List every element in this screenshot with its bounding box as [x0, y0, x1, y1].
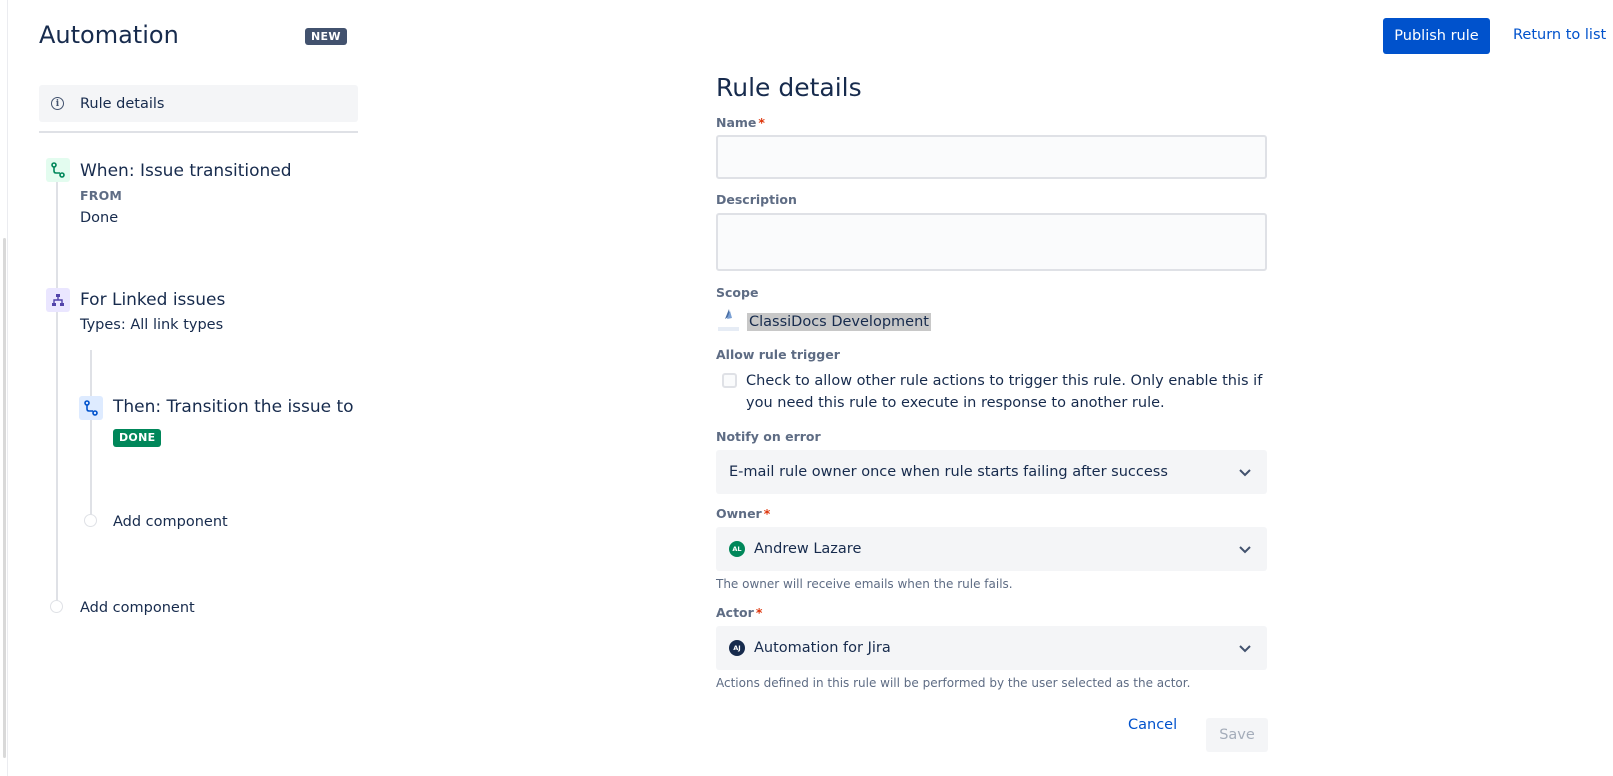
owner-helper: The owner will receive emails when the r…	[716, 577, 1013, 591]
sidebar-item-rule-details[interactable]: i Rule details	[39, 85, 358, 122]
save-button[interactable]: Save	[1206, 718, 1268, 752]
description-field[interactable]	[716, 213, 1267, 271]
branch-component[interactable]	[46, 288, 70, 312]
transition-icon	[84, 400, 98, 416]
allow-trigger-text: Check to allow other rule actions to tri…	[746, 373, 1263, 411]
flow-line-main	[56, 182, 58, 605]
scope-value: ClassiDocs Development	[716, 307, 931, 337]
chevron-down-icon	[1239, 645, 1251, 653]
action-component[interactable]	[79, 396, 103, 420]
avatar: AJ	[729, 640, 745, 656]
owner-value: Andrew Lazare	[754, 541, 862, 557]
branch-subtitle: Types: All link types	[80, 317, 224, 333]
form-heading: Rule details	[716, 73, 862, 102]
window-edge	[0, 0, 8, 776]
scrollbar[interactable]	[3, 238, 6, 758]
name-field[interactable]	[716, 135, 1267, 179]
allow-trigger-label: Allow rule trigger	[716, 347, 840, 362]
actor-select[interactable]: AJ Automation for Jira	[716, 626, 1267, 670]
cancel-button[interactable]: Cancel	[1128, 717, 1177, 733]
classidocs-logo-icon	[716, 307, 741, 337]
name-label: Name *	[716, 115, 765, 130]
scope-label: Scope	[716, 285, 759, 300]
avatar: AL	[729, 541, 745, 557]
action-title[interactable]: Then: Transition the issue to	[113, 397, 354, 417]
trigger-title[interactable]: When: Issue transitioned	[80, 161, 292, 181]
transition-icon	[51, 162, 65, 178]
notify-select[interactable]: E-mail rule owner once when rule starts …	[716, 450, 1267, 494]
sidebar-divider	[39, 131, 358, 133]
notify-value: E-mail rule owner once when rule starts …	[729, 464, 1168, 480]
actor-value: Automation for Jira	[754, 640, 891, 656]
trigger-from-value: Done	[80, 210, 119, 226]
actor-label: Actor *	[716, 605, 763, 620]
chevron-down-icon	[1239, 546, 1251, 554]
owner-select[interactable]: AL Andrew Lazare	[716, 527, 1267, 571]
owner-label: Owner *	[716, 506, 771, 521]
page-title: Automation	[39, 21, 179, 49]
add-component-outer[interactable]: Add component	[80, 600, 195, 616]
scope-name: ClassiDocs Development	[747, 313, 931, 331]
add-component-inner[interactable]: Add component	[113, 514, 228, 530]
publish-rule-button[interactable]: Publish rule	[1383, 18, 1490, 54]
flow-line-branch	[90, 350, 92, 522]
branch-icon	[52, 294, 64, 306]
chevron-down-icon	[1239, 469, 1251, 477]
info-icon: i	[51, 97, 64, 110]
actor-helper: Actions defined in this rule will be per…	[716, 676, 1191, 690]
allow-trigger-checkbox[interactable]	[722, 373, 737, 388]
return-to-list-link[interactable]: Return to list	[1513, 27, 1606, 43]
trigger-from-label: FROM	[80, 188, 123, 203]
trigger-component[interactable]	[46, 158, 70, 182]
status-badge: DONE	[113, 429, 162, 447]
new-badge: NEW	[305, 28, 347, 45]
notify-label: Notify on error	[716, 429, 821, 444]
sidebar-item-label: Rule details	[80, 95, 165, 112]
branch-title[interactable]: For Linked issues	[80, 290, 225, 310]
add-component-dot[interactable]	[84, 514, 97, 527]
add-component-dot[interactable]	[50, 600, 63, 613]
description-label: Description	[716, 192, 797, 207]
